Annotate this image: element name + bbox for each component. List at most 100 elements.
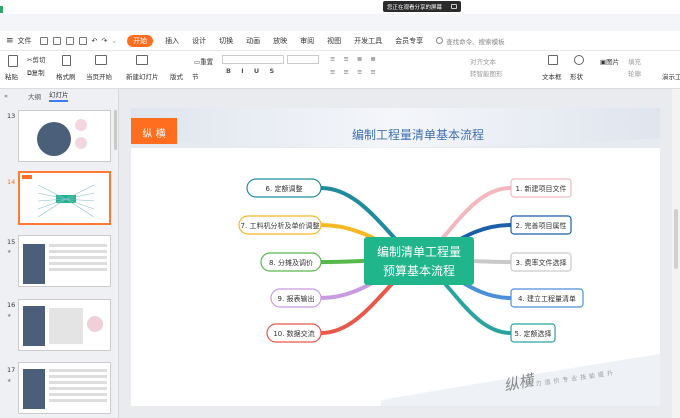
tab-insert[interactable]: 插入	[165, 36, 179, 46]
slide-number: 15	[7, 238, 16, 246]
tab-developer[interactable]: 开发工具	[354, 36, 382, 46]
tab-view[interactable]: 视图	[327, 36, 341, 46]
center-line-2: 预算基本流程	[383, 263, 455, 278]
font-size-select[interactable]	[287, 55, 319, 64]
left-node-label: 6. 定额调整	[266, 184, 303, 193]
textbox-button[interactable]: 文本框	[542, 71, 562, 81]
picture-label: 图片	[606, 58, 620, 66]
undo-icon[interactable]: ↶	[92, 37, 98, 45]
copy-label: 复制	[31, 69, 45, 77]
save-icon[interactable]	[39, 36, 48, 45]
search-icon	[436, 37, 444, 44]
alignment-buttons[interactable]: ≡ ≡ ≡ ≡	[330, 68, 379, 76]
reset-button[interactable]: ▭重置	[194, 56, 213, 66]
paste-button[interactable]: 粘贴	[5, 71, 18, 81]
slide-number: 14	[7, 178, 16, 186]
current-slide[interactable]: 纵 横 编制工程量清单基本流程 6. 定额调整 7. 工料机分析及单价调整 8. 分…	[131, 108, 660, 406]
slide-number: 17	[7, 366, 16, 374]
animation-star-icon: ★	[7, 249, 12, 255]
export-icon[interactable]	[52, 36, 61, 45]
search-placeholder: 查找命令、搜索模板	[446, 37, 505, 46]
redo-icon[interactable]: ↷	[101, 37, 107, 45]
font-format-buttons[interactable]: B I U S	[226, 67, 278, 75]
canvas-scrollbar[interactable]	[672, 89, 680, 418]
title-bar: 您正在观看分享的屏幕	[0, 0, 680, 14]
shape-button[interactable]: 形状	[570, 71, 583, 81]
paragraph-buttons[interactable]: ≡ ≡ ≣ ≣	[330, 55, 379, 63]
tab-slides[interactable]: 幻灯片	[48, 89, 69, 102]
cut-button[interactable]: ✂剪切	[27, 54, 45, 64]
tab-transition[interactable]: 切换	[219, 36, 233, 46]
slide-panel: « 大纲 幻灯片 13 14 15 ★ 16 ★ 17 ★	[0, 89, 119, 418]
app-logo	[0, 6, 3, 13]
paste-icon[interactable]	[8, 55, 18, 67]
section-button[interactable]: 节	[192, 71, 199, 81]
reset-label: 重置	[200, 58, 214, 66]
slide-thumbnail-17[interactable]	[18, 362, 111, 414]
slide-number: 16	[7, 301, 16, 309]
shape-icon[interactable]	[574, 55, 584, 65]
panel-header: « 大纲 幻灯片	[0, 89, 119, 102]
outline-button[interactable]: 轮廓	[628, 68, 641, 78]
left-node-label: 8. 分摊及调价	[269, 258, 313, 267]
slide-thumbnail-15[interactable]	[18, 235, 111, 287]
screen-share-text: 您正在观看分享的屏幕	[387, 4, 443, 11]
textbox-icon[interactable]	[548, 55, 558, 65]
collapse-panel-icon[interactable]: «	[4, 92, 8, 100]
document-tab-bar	[0, 14, 680, 45]
logo-text: 纵 横	[142, 127, 165, 140]
print-icon[interactable]	[65, 36, 74, 45]
screen-share-banner: 您正在观看分享的屏幕	[383, 1, 461, 12]
tab-slideshow[interactable]: 放映	[273, 36, 287, 46]
right-node-label: 3. 费率文件选择	[516, 258, 567, 267]
right-node-label: 4. 建立工程量清单	[518, 294, 576, 303]
right-node-label: 1. 新建项目文件	[516, 184, 567, 193]
font-name-select[interactable]	[222, 55, 284, 64]
center-line-1: 编制清单工程量	[377, 244, 461, 259]
format-painter-button[interactable]: 格式刷	[56, 71, 76, 81]
hamburger-icon[interactable]: ≡	[6, 36, 14, 46]
ribbon-toolbar: 粘贴 ✂剪切 ⧉复制 格式刷 当页开始 新建幻灯片 版式 节 ▭重置 B I U…	[0, 51, 680, 89]
slide-panel-scrollbar[interactable]	[114, 110, 117, 150]
footer-decoration: 纵横 助力造价专业技能提升	[381, 354, 660, 406]
screen-icon[interactable]	[451, 4, 457, 9]
canvas-scrollbar-thumb[interactable]	[674, 209, 678, 269]
fill-button[interactable]: 填充	[628, 56, 641, 66]
animation-star-icon: ★	[7, 313, 12, 319]
tab-animation[interactable]: 动画	[246, 36, 260, 46]
animation-star-icon: ★	[7, 378, 12, 384]
copy-button[interactable]: ⧉复制	[27, 67, 45, 78]
customize-icon[interactable]: ⌄	[111, 37, 117, 45]
left-node-label: 9. 报表输出	[278, 294, 315, 303]
format-painter-icon[interactable]	[62, 55, 71, 66]
mindmap-diagram: 纵 横 编制工程量清单基本流程 6. 定额调整 7. 工料机分析及单价调整 8. 分…	[131, 108, 660, 406]
left-node-label: 10. 数据交流	[273, 329, 314, 338]
slide-title: 编制工程量清单基本流程	[352, 127, 484, 142]
slide-number: 13	[7, 112, 16, 120]
picture-button[interactable]: ▣图片	[600, 56, 619, 66]
slide-thumbnail-16[interactable]	[18, 299, 111, 351]
right-node-label: 2. 完善项目属性	[516, 221, 567, 230]
new-slide-icon[interactable]	[136, 55, 148, 65]
play-from-current-button[interactable]: 当页开始	[86, 71, 112, 81]
tab-member[interactable]: 会员专享	[395, 36, 423, 46]
left-node-label: 7. 工料机分析及单价调整	[241, 221, 320, 230]
menu-bar: ≡ 文件 ↶ ↷ ⌄ 开始 插入 设计 切换 动画 放映 审阅 视图 开发工具 …	[0, 31, 680, 51]
tab-outline[interactable]: 大纲	[28, 91, 41, 101]
right-node-label: 5. 定额选择	[515, 329, 552, 338]
align-text-button[interactable]: 对齐文本	[470, 56, 496, 66]
tab-start[interactable]: 开始	[127, 34, 154, 47]
tab-review[interactable]: 审阅	[300, 36, 314, 46]
play-icon[interactable]	[95, 55, 107, 65]
menu-file[interactable]: 文件	[18, 36, 32, 46]
command-search[interactable]: 查找命令、搜索模板	[436, 36, 505, 46]
slide-thumbnail-14[interactable]	[18, 171, 111, 225]
preview-icon[interactable]	[78, 36, 87, 45]
tab-design[interactable]: 设计	[192, 36, 206, 46]
new-slide-button[interactable]: 新建幻灯片	[126, 71, 159, 81]
smartart-button[interactable]: 转智能图形	[470, 68, 503, 78]
layout-button[interactable]: 版式	[170, 71, 183, 81]
cut-label: 剪切	[32, 56, 46, 64]
slide-thumbnail-13[interactable]	[18, 110, 111, 162]
presenter-button[interactable]: 演示工	[662, 71, 680, 81]
